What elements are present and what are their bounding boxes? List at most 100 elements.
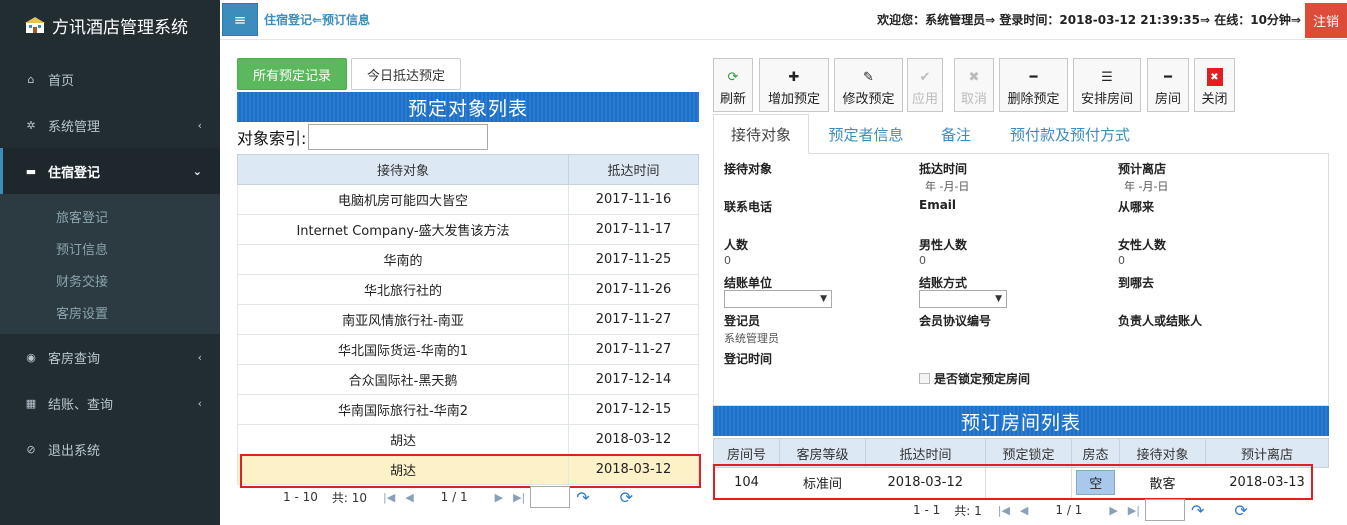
cell-guest: Internet Company-盛大发售该方法 xyxy=(237,214,569,245)
cell-arrival: 2017-11-17 xyxy=(568,214,699,245)
sidebar-item-billing[interactable]: ▦ 结账、查询 ‹ xyxy=(0,380,220,426)
prev-page-icon[interactable]: ◀ xyxy=(1020,504,1028,517)
member-no-label: 会员协议编号 xyxy=(919,314,992,328)
add-reservation-button[interactable]: ✚ 增加预定 xyxy=(759,58,829,112)
plus-icon: ✚ xyxy=(788,69,800,85)
male-value[interactable]: 0 xyxy=(919,254,926,267)
welcome-text: 欢迎您：系统管理员⇒ 登录时间：2018-03-12 21:39:35⇒ 在线：… xyxy=(877,13,1301,27)
sidebar-item-home[interactable]: ⌂ 首页 xyxy=(0,56,220,102)
column-header-guest[interactable]: 接待对象 xyxy=(237,154,569,185)
tab-booker-info[interactable]: 预定者信息 xyxy=(813,114,919,154)
tab-notes[interactable]: 备注 xyxy=(923,114,989,154)
next-page-icon[interactable]: ▶ xyxy=(1109,504,1117,517)
first-page-icon[interactable]: |◀ xyxy=(383,491,395,504)
arrange-icon: ☰ xyxy=(1101,69,1113,85)
table-row[interactable]: 电脑机房可能四大皆空 2017-11-16 xyxy=(237,184,699,215)
arrange-room-button[interactable]: ☰ 安排房间 xyxy=(1073,58,1141,112)
departure-date-field[interactable]: 年 -月-日 xyxy=(1124,178,1168,194)
cell-arrival: 2017-11-26 xyxy=(568,274,699,305)
refresh-button[interactable]: ⟳ 刷新 xyxy=(713,58,753,112)
subitem-room-settings[interactable]: 客房设置 xyxy=(0,296,220,328)
lock-rooms-checkbox[interactable] xyxy=(919,373,930,384)
room-button[interactable]: ━ 房间 xyxy=(1147,58,1189,112)
last-page-icon[interactable]: ▶| xyxy=(1128,504,1140,517)
table-row[interactable]: 胡达 2018-03-12 xyxy=(237,424,699,455)
sidebar-item-exit[interactable]: ⊘ 退出系统 xyxy=(0,426,220,472)
tab-prepayment[interactable]: 预付款及预付方式 xyxy=(995,114,1145,154)
female-value[interactable]: 0 xyxy=(1118,254,1125,267)
from-label: 从哪来 xyxy=(1118,200,1155,214)
edit-reservation-button[interactable]: ✎ 修改预定 xyxy=(834,58,903,112)
first-page-icon[interactable]: |◀ xyxy=(998,504,1010,517)
table-row[interactable]: 华北国际货运-华南的1 2017-11-27 xyxy=(237,334,699,365)
prev-page-icon[interactable]: ◀ xyxy=(405,491,413,504)
button-label: 修改预定 xyxy=(842,92,895,107)
calculator-icon: ▦ xyxy=(25,396,37,410)
cell-guest: 合众国际社-黑天鹅 xyxy=(237,364,569,395)
arrival-date-field[interactable]: 年 -月-日 xyxy=(925,178,969,194)
logout-button[interactable]: 注销 xyxy=(1305,3,1347,38)
subitem-finance-handover[interactable]: 财务交接 xyxy=(0,264,220,296)
reg-time-label: 登记时间 xyxy=(724,352,773,366)
reservation-table: 接待对象 抵达时间 电脑机房可能四大皆空 2017-11-16 Internet … xyxy=(237,154,699,485)
chevron-left-icon: ‹ xyxy=(197,350,202,364)
next-page-icon[interactable]: ▶ xyxy=(495,491,503,504)
chevron-down-icon: ▼ xyxy=(820,294,827,304)
phone-label: 联系电话 xyxy=(724,200,773,214)
brand-title: 方讯酒店管理系统 xyxy=(52,17,188,38)
hotel-logo-icon xyxy=(24,16,46,34)
hamburger-icon: ≡ xyxy=(233,10,247,29)
people-value[interactable]: 0 xyxy=(724,254,731,267)
sidebar-item-label: 退出系统 xyxy=(48,443,101,459)
sidebar-item-checkin[interactable]: ▬ 住宿登记 ⌄ xyxy=(0,148,220,194)
female-label: 女性人数 xyxy=(1118,238,1167,252)
billing-unit-select[interactable]: ▼ xyxy=(724,290,832,308)
cancel-button[interactable]: ✖ 取消 xyxy=(954,58,994,112)
email-label: Email xyxy=(919,198,957,212)
go-icon[interactable]: ↷ xyxy=(576,488,589,507)
cell-guest: 华南国际旅行社-华南2 xyxy=(237,394,569,425)
page-input[interactable] xyxy=(530,486,571,508)
table-row[interactable]: 华南国际旅行社-华南2 2017-12-15 xyxy=(237,394,699,425)
pager-total: 共: 10 xyxy=(331,490,368,505)
last-page-icon[interactable]: ▶| xyxy=(513,491,525,504)
page-input[interactable] xyxy=(1144,499,1185,521)
menu-toggle-button[interactable]: ≡ xyxy=(222,3,258,36)
tab-guest[interactable]: 接待对象 xyxy=(713,114,809,154)
table-row[interactable]: 华北旅行社的 2017-11-26 xyxy=(237,274,699,305)
refresh-icon[interactable]: ⟳ xyxy=(1234,501,1247,520)
chevron-left-icon: ‹ xyxy=(197,396,202,410)
apply-button[interactable]: ✔ 应用 xyxy=(907,58,943,112)
brand: 方讯酒店管理系统 xyxy=(0,0,220,50)
tab-today-arrivals[interactable]: 今日抵达预定 xyxy=(351,58,461,90)
subitem-reservation-info[interactable]: 预订信息 xyxy=(0,232,220,264)
subitem-guest-registration[interactable]: 旅客登记 xyxy=(0,200,220,232)
room-pager: 1 - 1 共: 1 |◀ ◀ 1 / 1 ▶ ▶| ↷ ⟳ xyxy=(913,497,1248,523)
billing-method-label: 结账方式 xyxy=(919,276,968,290)
table-row[interactable]: 华南的 2017-11-25 xyxy=(237,244,699,275)
room-selection-highlight xyxy=(713,464,1313,500)
sidebar: 方讯酒店管理系统 ⌂ 首页 ✲ 系统管理 ‹ ▬ 住宿登记 ⌄ 旅客登记 预订信… xyxy=(0,0,220,525)
column-header-arrival[interactable]: 抵达时间 xyxy=(568,154,699,185)
table-row[interactable]: 南亚风情旅行社-南亚 2017-11-27 xyxy=(237,304,699,335)
refresh-icon[interactable]: ⟳ xyxy=(620,488,633,507)
cell-arrival: 2017-12-14 xyxy=(568,364,699,395)
sidebar-item-label: 首页 xyxy=(48,73,75,89)
delete-reservation-button[interactable]: ━ 删除预定 xyxy=(999,58,1068,112)
table-row[interactable]: Internet Company-盛大发售该方法 2017-11-17 xyxy=(237,214,699,245)
eye-icon: ◉ xyxy=(26,350,36,364)
billing-method-select[interactable]: ▼ xyxy=(919,290,1007,308)
go-icon[interactable]: ↷ xyxy=(1191,501,1204,520)
payer-label: 负责人或结账人 xyxy=(1118,314,1203,328)
cell-arrival: 2017-11-27 xyxy=(568,334,699,365)
sidebar-item-room-query[interactable]: ◉ 客房查询 ‹ xyxy=(0,334,220,380)
table-row[interactable]: 合众国际社-黑天鹅 2017-12-14 xyxy=(237,364,699,395)
index-search-input[interactable] xyxy=(308,124,489,150)
ban-icon: ⊘ xyxy=(26,442,36,456)
sidebar-item-system[interactable]: ✲ 系统管理 ‹ xyxy=(0,102,220,148)
cell-arrival: 2018-03-12 xyxy=(568,424,699,455)
topbar: ≡ 住宿登记⇐预订信息 欢迎您：系统管理员⇒ 登录时间：2018-03-12 2… xyxy=(220,0,1347,40)
people-label: 人数 xyxy=(724,238,749,252)
tab-all-reservations[interactable]: 所有预定记录 xyxy=(237,58,347,90)
close-button[interactable]: ✖ 关闭 xyxy=(1194,58,1235,112)
